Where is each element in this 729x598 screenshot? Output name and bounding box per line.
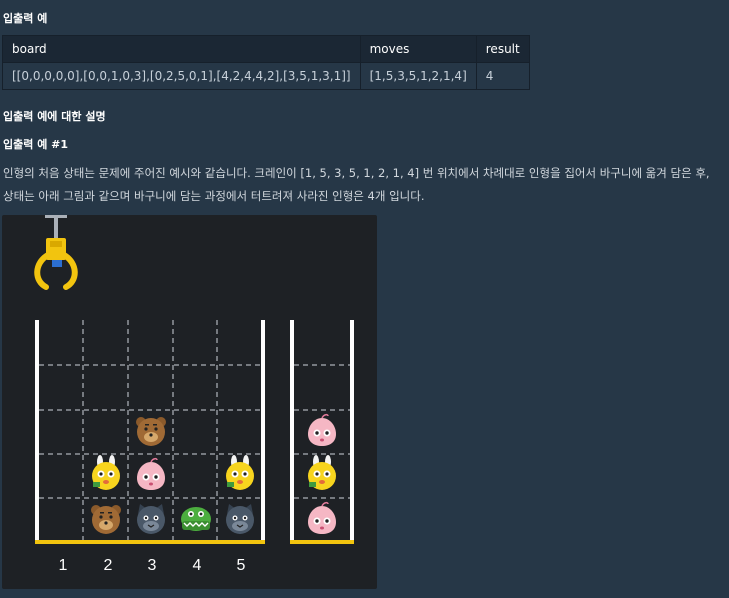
cell-moves: [1,5,3,5,1,2,1,4] <box>359 62 477 90</box>
column-label-5: 5 <box>237 557 246 574</box>
cell-result: 4 <box>475 62 530 90</box>
basket-peach-icon <box>307 501 337 535</box>
cell-board: [[0,0,0,0,0],[0,0,1,0,3],[0,2,5,0,1],[4,… <box>2 62 361 90</box>
basket-rabbit-icon <box>308 455 336 490</box>
column-label-2: 2 <box>104 557 113 574</box>
cat-icon <box>225 503 255 535</box>
crane-game-illustration: 1 2 3 4 5 <box>34 215 354 574</box>
column-header-moves: moves <box>359 35 477 63</box>
basket-peach-icon <box>307 413 337 447</box>
croc-icon <box>180 506 212 532</box>
rabbit-icon <box>226 455 254 490</box>
crane-game-figure: 1 2 3 4 5 <box>2 215 377 589</box>
table-header-row: board moves result <box>2 35 530 63</box>
column-label-1: 1 <box>59 557 68 574</box>
crane-icon <box>34 215 78 290</box>
io-table: board moves result [[0,0,0,0,0],[0,0,1,0… <box>2 35 530 90</box>
column-label-4: 4 <box>193 557 202 574</box>
explanation-line-1: 인형의 처음 상태는 문제에 주어진 예시와 같습니다. 크레인이 [1, 5,… <box>3 166 710 180</box>
table-row: [[0,0,0,0,0],[0,0,1,0,3],[0,2,5,0,1],[4,… <box>2 62 530 90</box>
column-header-board: board <box>2 35 361 63</box>
rabbit-icon <box>92 455 120 490</box>
peach-icon <box>136 457 166 491</box>
cat-icon <box>136 503 166 535</box>
bear-icon <box>136 417 166 446</box>
column-header-result: result <box>475 35 530 63</box>
section-heading-case-1: 입출력 예 #1 <box>3 138 69 151</box>
section-heading-example: 입출력 예 <box>3 12 48 25</box>
column-label-3: 3 <box>148 557 157 574</box>
section-heading-explanation: 입출력 예에 대한 설명 <box>3 110 106 123</box>
explanation-line-2: 상태는 아래 그림과 같으며 바구니에 담는 과정에서 터트려져 사라진 인형은… <box>3 189 425 203</box>
bear-icon <box>91 505 121 534</box>
